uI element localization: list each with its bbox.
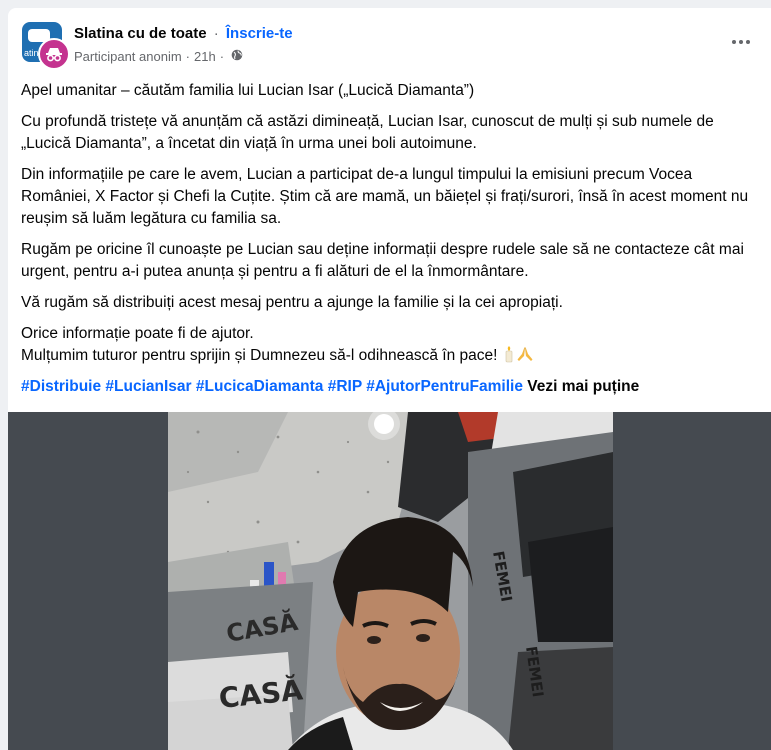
post-paragraph-5-line-2: Mulțumim tuturor pentru sprijin și Dumne…: [21, 347, 498, 364]
globe-icon[interactable]: [231, 49, 243, 64]
post-header: atin Slatina cu de toate · Înscrie-te Pa…: [8, 8, 771, 76]
post-photo[interactable]: FEMEI FEMEI CASĂ CASĂ: [168, 412, 613, 750]
author-name[interactable]: Participant anonim: [74, 49, 182, 64]
post-paragraph-1: Cu profundă tristețe vă anunțăm că astăz…: [21, 113, 714, 152]
separator-dot: ·: [219, 49, 225, 64]
hashtag-link[interactable]: #LucianIsar: [105, 378, 191, 395]
hashtag-link[interactable]: #LucicaDiamanta: [196, 378, 324, 395]
hashtag-link[interactable]: #RIP: [328, 378, 362, 395]
post-paragraph-4: Vă rugăm să distribuiți acest mesaj pent…: [21, 294, 563, 311]
post-paragraph-3: Rugăm pe oricine îl cunoaște pe Lucian s…: [21, 241, 744, 280]
separator-dot: ·: [185, 49, 191, 64]
post-time-link[interactable]: 21h: [194, 49, 216, 64]
group-name-link[interactable]: Slatina cu de toate: [74, 25, 207, 42]
praying-hands-emoji-icon: [516, 345, 534, 370]
candle-emoji-icon: [502, 345, 516, 370]
join-group-link[interactable]: Înscrie-te: [226, 25, 293, 42]
hashtag-link[interactable]: #AjutorPentruFamilie: [366, 378, 523, 395]
hashtag-line: #Distribuie #LucianIsar #LucicaDiamanta …: [21, 376, 749, 398]
post-paragraph-2: Din informațiile pe care le avem, Lucian…: [21, 166, 749, 227]
group-line: Slatina cu de toate · Înscrie-te: [74, 25, 293, 42]
post-text: Apel umanitar – căutăm familia lui Lucia…: [21, 80, 749, 407]
hashtag-link[interactable]: #Distribuie: [21, 378, 101, 395]
incognito-icon: [38, 38, 70, 70]
post-paragraph-5: Orice informație poate fi de ajutor. Mul…: [21, 323, 749, 370]
post-paragraph-5-line-1: Orice informație poate fi de ajutor.: [21, 325, 254, 342]
post-title-line: Apel umanitar – căutăm familia lui Lucia…: [21, 82, 475, 99]
group-avatar-text: atin: [24, 48, 39, 58]
post-meta: Participant anonim · 21h ·: [74, 49, 243, 64]
more-options-icon[interactable]: [727, 28, 755, 56]
post-media[interactable]: FEMEI FEMEI CASĂ CASĂ: [8, 412, 771, 750]
see-less-link[interactable]: Vezi mai puține: [527, 378, 639, 395]
separator-dot: ·: [213, 25, 219, 42]
post-card: atin Slatina cu de toate · Înscrie-te Pa…: [8, 8, 771, 750]
